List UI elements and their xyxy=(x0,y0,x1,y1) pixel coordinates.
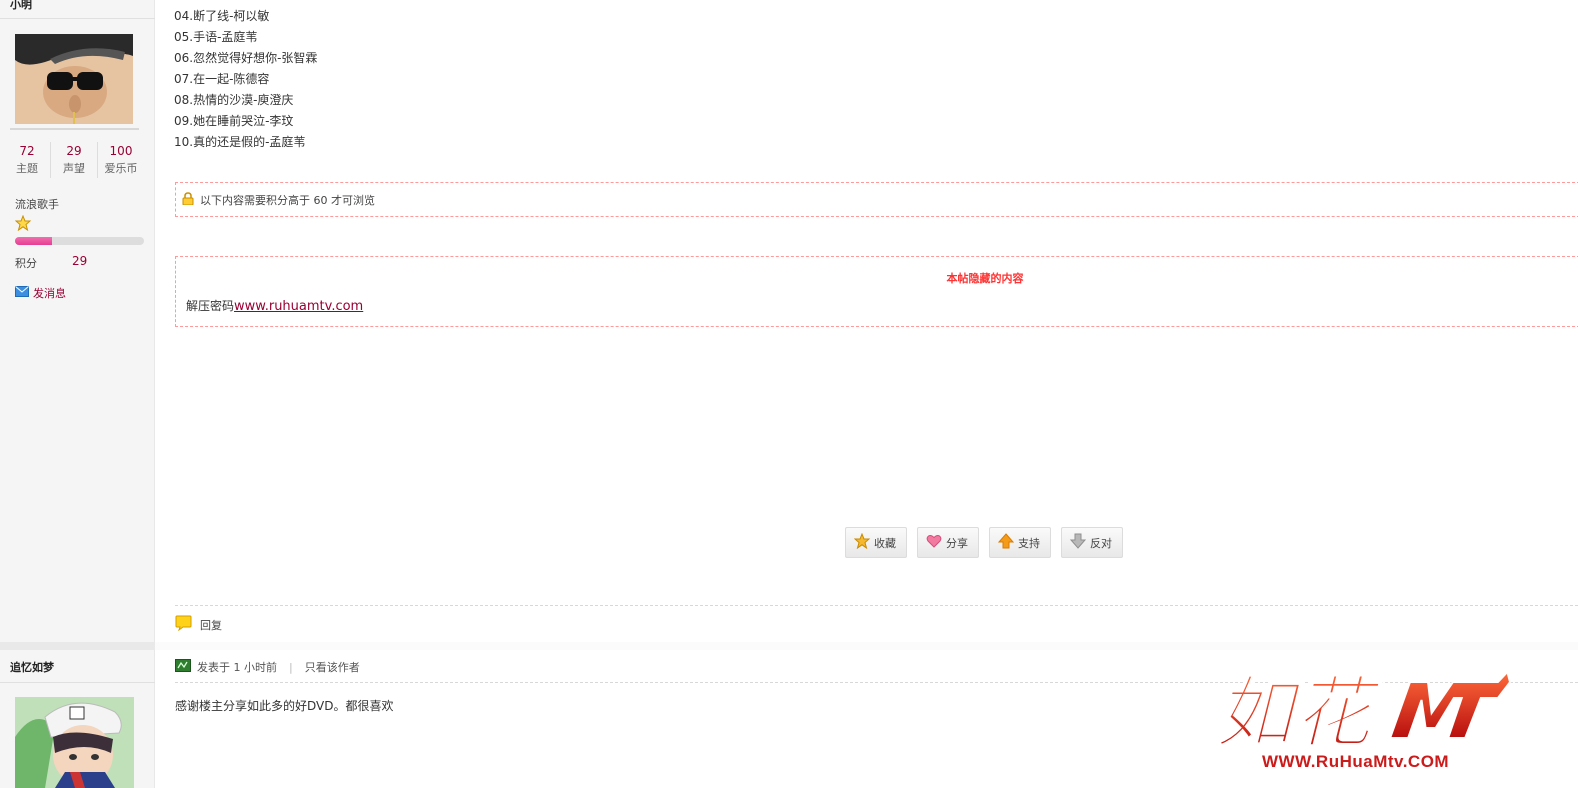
arrow-down-icon xyxy=(1069,533,1087,552)
post-time: 发表于 1 小时前 xyxy=(197,661,277,674)
heart-icon xyxy=(926,533,942,552)
username-2[interactable]: 追忆如梦 xyxy=(10,659,54,675)
favorite-label: 收藏 xyxy=(874,536,896,550)
reply-label: 回复 xyxy=(200,618,222,632)
speech-bubble-icon xyxy=(175,615,192,634)
avatar[interactable] xyxy=(15,697,134,788)
hidden-content-title: 本帖隐藏的内容 xyxy=(946,272,1024,285)
stat-value: 72 xyxy=(19,144,35,158)
points-value: 29 xyxy=(72,254,88,268)
rank-progress-bar xyxy=(15,237,144,245)
oppose-label: 反对 xyxy=(1090,536,1112,550)
divider xyxy=(175,605,1578,606)
rank-progress-fill xyxy=(15,237,53,245)
post-separator xyxy=(155,642,1578,650)
password-prefix: 解压密码 xyxy=(186,299,235,313)
divider xyxy=(0,18,155,19)
star-icon xyxy=(853,532,871,552)
oppose-button[interactable]: 反对 xyxy=(1061,527,1123,558)
send-message-link[interactable]: 发消息 xyxy=(15,285,66,301)
only-author-link[interactable]: 只看该作者 xyxy=(305,659,360,675)
support-label: 支持 xyxy=(1018,536,1040,550)
avatar[interactable] xyxy=(15,34,133,124)
reply-post-meta: 发表于 1 小时前 | 只看该作者 xyxy=(175,659,360,675)
online-status-icon xyxy=(175,659,191,675)
song-list: 04.断了线-柯以敏 05.手语-孟庭苇 06.忽然觉得好想你-张智霖 07.在… xyxy=(174,6,317,153)
list-item: 08.热情的沙漠-庾澄庆 xyxy=(174,93,294,107)
share-label: 分享 xyxy=(946,536,968,550)
site-url-watermark: WWW.RuHuaMtv.COM xyxy=(1262,752,1450,771)
sidebar: 小明 72 主题 29 声望 100 爱乐币 流浪歌手 积分 29 发消息 追忆… xyxy=(0,0,155,788)
stat-topics[interactable]: 72 主题 xyxy=(4,142,51,178)
envelope-icon xyxy=(15,286,29,300)
stat-coins[interactable]: 100 爱乐币 xyxy=(98,142,144,178)
stat-value: 29 xyxy=(66,144,82,158)
stat-label: 主题 xyxy=(16,162,38,175)
stat-reputation[interactable]: 29 声望 xyxy=(51,142,98,178)
logo-text: 如花 xyxy=(1215,668,1383,759)
avatar-underline xyxy=(10,128,139,130)
reply-content: 感谢楼主分享如此多的好DVD。都很喜欢 xyxy=(175,699,394,713)
hidden-content-text: 解压密码www.ruhuamtv.com xyxy=(186,297,363,314)
user-rank: 流浪歌手 xyxy=(15,198,59,211)
stat-label: 爱乐币 xyxy=(104,162,138,175)
points-label: 积分 xyxy=(15,257,37,270)
divider xyxy=(0,682,155,683)
user-stats: 72 主题 29 声望 100 爱乐币 xyxy=(4,142,144,178)
meta-divider: | xyxy=(289,660,293,674)
stat-label: 声望 xyxy=(63,162,85,175)
favorite-button[interactable]: 收藏 xyxy=(845,527,907,558)
list-item: 09.她在睡前哭泣-李玟 xyxy=(174,114,294,128)
post-actions: 收藏 分享 支持 反对 xyxy=(845,527,1123,558)
post-separator xyxy=(0,642,155,650)
locked-content-notice: 以下内容需要积分高于 60 才可浏览 xyxy=(175,182,1578,217)
reply-button[interactable]: 回复 xyxy=(175,615,222,634)
list-item: 06.忽然觉得好想你-张智霖 xyxy=(174,51,318,65)
list-item: 10.真的还是假的-孟庭苇 xyxy=(174,135,306,149)
list-item: 05.手语-孟庭苇 xyxy=(174,30,258,44)
arrow-up-icon xyxy=(997,533,1015,552)
stat-value: 100 xyxy=(109,144,133,158)
list-item: 04.断了线-柯以敏 xyxy=(174,9,270,23)
share-button[interactable]: 分享 xyxy=(917,527,979,558)
support-button[interactable]: 支持 xyxy=(989,527,1051,558)
star-icon xyxy=(14,214,32,232)
password-link[interactable]: www.ruhuamtv.com xyxy=(234,299,363,314)
lock-icon xyxy=(182,191,194,208)
locked-notice-text: 以下内容需要积分高于 60 才可浏览 xyxy=(200,193,375,207)
hidden-content-box: 本帖隐藏的内容 解压密码www.ruhuamtv.com xyxy=(175,256,1578,327)
list-item: 07.在一起-陈德容 xyxy=(174,72,270,86)
username-1[interactable]: 小明 xyxy=(10,0,32,12)
send-message-label: 发消息 xyxy=(33,287,66,300)
